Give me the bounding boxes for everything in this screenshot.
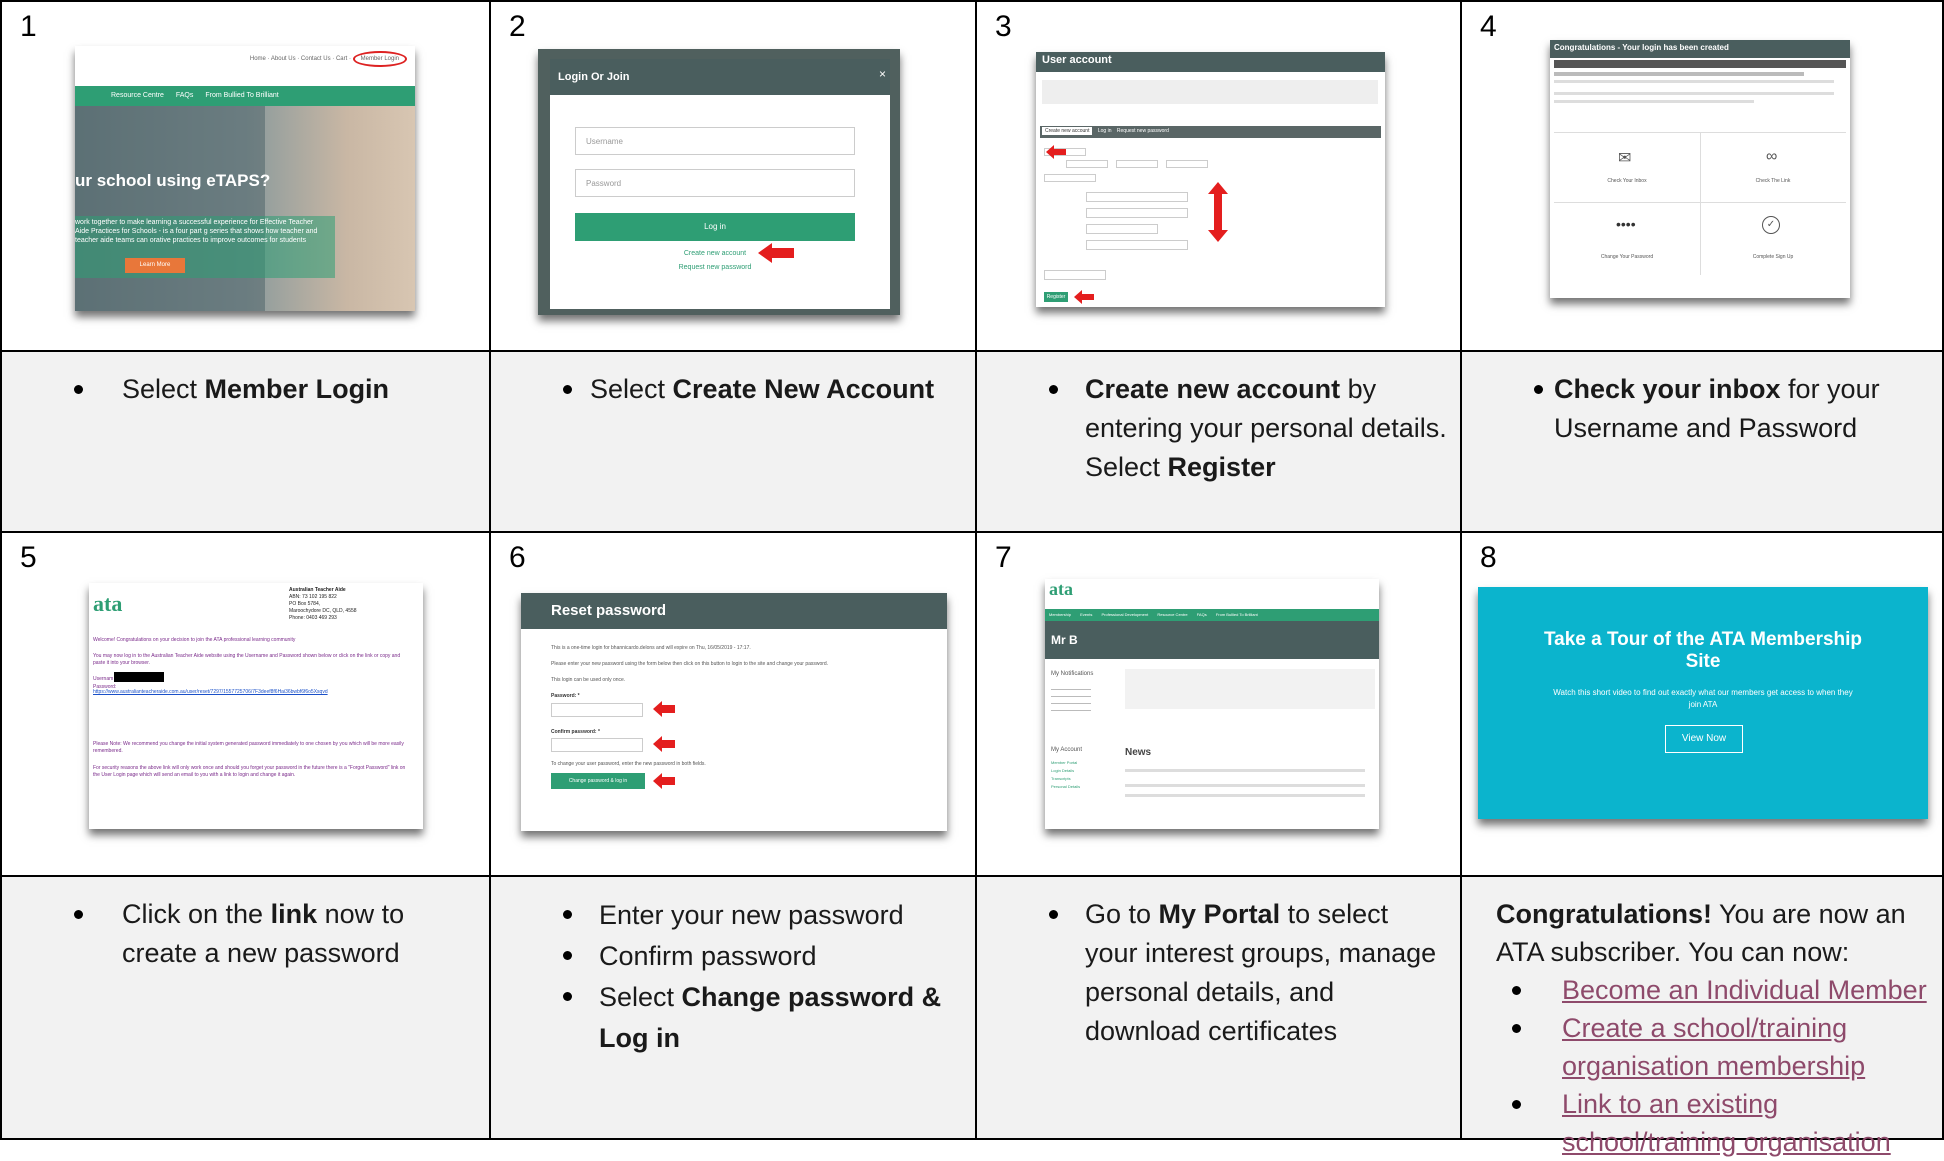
instruction-item: Enter your new password: [491, 895, 975, 936]
link-icon: ∞: [1766, 148, 1778, 165]
email-screenshot: ata Australian Teacher Aide ABN: 73 102 1…: [89, 583, 423, 829]
step-8-image-cell: 8 Take a Tour of the ATA Membership Site…: [1460, 531, 1944, 875]
step-8-text-cell: Congratulations! You are now an ATA subs…: [1460, 875, 1944, 1157]
step-6-text-cell: Enter your new password Confirm password…: [489, 875, 975, 1140]
user-account-screenshot: User account Create new account Log in R…: [1036, 52, 1385, 307]
step-4-image-cell: 4 Congratulations - Your login has been …: [1460, 0, 1944, 350]
step-number: 4: [1480, 10, 1497, 43]
instruction-item: Select Member Login: [2, 370, 489, 409]
existing-organisation-link[interactable]: Link to an existing school/training orga…: [1562, 1089, 1891, 1157]
step-number: 5: [20, 541, 37, 574]
steps-table: 1 Home · About Us · Contact Us · Cart · …: [0, 0, 1944, 1157]
school-membership-link[interactable]: Create a school/training organisation me…: [1562, 1013, 1865, 1081]
step-1-text-cell: Select Member Login: [0, 350, 489, 531]
view-now-button[interactable]: View Now: [1665, 725, 1743, 753]
step-3-text-cell: Create new account by entering your pers…: [975, 350, 1460, 531]
step-5-image-cell: 5 ata Australian Teacher Aide ABN: 73 102…: [0, 531, 489, 875]
red-arrow-icon: [758, 243, 794, 263]
step-5-text-cell: Click on the link now to create a new pa…: [0, 875, 489, 1140]
red-arrow-icon: [653, 701, 675, 717]
step-7-text-cell: Go to My Portal to select your interest …: [975, 875, 1460, 1140]
step-number: 8: [1480, 541, 1497, 574]
ata-logo: ata: [93, 591, 123, 616]
step-3-image-cell: 3 User account Create new account Log in…: [975, 0, 1460, 350]
my-portal-screenshot: ata Membership Events Professional Devel…: [1045, 579, 1379, 829]
step-6-image-cell: 6 Reset password This is a one-time logi…: [489, 531, 975, 875]
reset-password-screenshot: Reset password This is a one-time login …: [521, 593, 947, 831]
envelope-icon: ✉: [1618, 150, 1632, 167]
password-dots-icon: ••••: [1616, 216, 1636, 232]
step-number: 1: [20, 10, 37, 43]
instruction-item: Check your inbox for your Username and P…: [1462, 370, 1942, 448]
instruction-item: Click on the link now to create a new pa…: [2, 895, 489, 973]
instruction-item: Go to My Portal to select your interest …: [977, 895, 1460, 1051]
step-number: 6: [509, 541, 526, 574]
step-number: 2: [509, 10, 526, 43]
list-item: Become an Individual Member: [1496, 971, 1932, 1009]
member-login-screenshot: Home · About Us · Contact Us · Cart · Me…: [75, 46, 415, 311]
check-circle-icon: ✓: [1762, 216, 1780, 234]
step-2-text-cell: Select Create New Account: [489, 350, 975, 531]
instruction-item: Create new account by entering your pers…: [977, 370, 1460, 487]
red-arrow-icon: [653, 736, 675, 752]
red-arrow-icon: [1046, 145, 1066, 159]
instruction-item: Select Create New Account: [491, 370, 975, 409]
tour-banner-screenshot: Take a Tour of the ATA Membership Site W…: [1478, 587, 1928, 819]
step-4-text-cell: Check your inbox for your Username and P…: [1460, 350, 1944, 531]
ata-logo: ata: [1049, 579, 1073, 599]
login-created-screenshot: Congratulations - Your login has been cr…: [1550, 40, 1850, 298]
list-item: Create a school/training organisation me…: [1496, 1009, 1932, 1085]
step-number: 3: [995, 10, 1012, 43]
step-7-image-cell: 7 ata Membership Events Professional Dev…: [975, 531, 1460, 875]
step-2-image-cell: 2 Login Or Join × Username Password Log …: [489, 0, 975, 350]
login-modal-screenshot: Login Or Join × Username Password Log in…: [538, 49, 900, 315]
individual-member-link[interactable]: Become an Individual Member: [1562, 975, 1927, 1005]
step-1-image-cell: 1 Home · About Us · Contact Us · Cart · …: [0, 0, 489, 350]
instruction-item: Confirm password: [491, 936, 975, 977]
red-arrow-icon: [1074, 290, 1094, 304]
red-double-arrow-icon: [1208, 182, 1228, 242]
step-number: 7: [995, 541, 1012, 574]
red-arrow-icon: [653, 773, 675, 789]
congrats-text: Congratulations! You are now an ATA subs…: [1496, 899, 1906, 967]
list-item: Link to an existing school/training orga…: [1496, 1085, 1932, 1161]
instruction-item: Select Change password & Log in: [491, 977, 975, 1059]
